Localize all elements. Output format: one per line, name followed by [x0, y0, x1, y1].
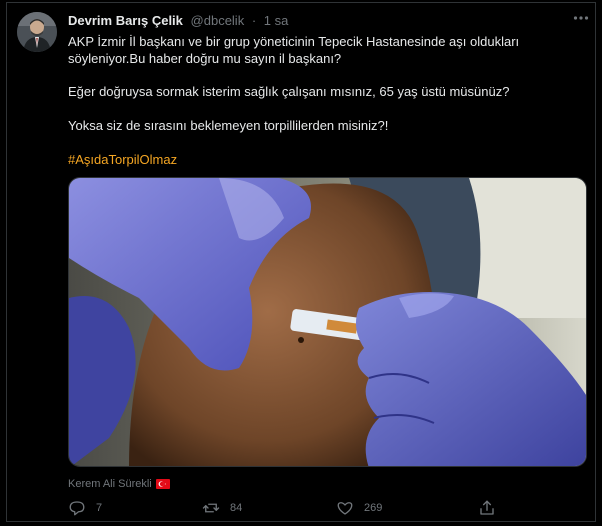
author-handle[interactable]: @dbcelik — [191, 13, 245, 28]
tweet-time[interactable]: 1 sa — [264, 13, 289, 28]
author-name[interactable]: Devrim Barış Çelik — [68, 13, 183, 28]
reply-button[interactable]: 7 — [68, 498, 102, 518]
like-count: 269 — [364, 502, 383, 514]
share-icon — [480, 500, 494, 515]
turkey-flag-icon — [155, 479, 170, 493]
tweet-text-line-3: Eğer doğruysa sormak isterim sağlık çalı… — [68, 84, 510, 99]
tweet-header: Devrim Barış Çelik @dbcelik · 1 sa — [68, 12, 288, 29]
tweet-text-line-1: AKP İzmir İl başkanı ve bir grup yönetic… — [68, 34, 520, 49]
retweet-icon — [202, 503, 220, 513]
header-separator: · — [251, 13, 257, 28]
like-icon — [337, 502, 353, 515]
tweet-text-line-4: Yoksa siz de sırasını beklemeyen torpill… — [68, 118, 389, 133]
tweet-text-line-2: söyleniyor.Bu haber doğru mu sayın il ba… — [68, 51, 342, 66]
reply-count: 7 — [96, 502, 103, 514]
hashtag-link[interactable]: #AşıdaTorpilOlmaz — [68, 151, 177, 168]
avatar-photo — [17, 12, 57, 52]
retweet-button[interactable]: 84 — [202, 498, 242, 518]
more-icon[interactable] — [571, 10, 591, 26]
like-button[interactable]: 269 — [336, 498, 382, 518]
retweet-count: 84 — [230, 502, 243, 514]
share-button[interactable] — [478, 498, 496, 518]
reply-icon — [69, 501, 85, 516]
avatar[interactable] — [17, 12, 57, 52]
media-credit[interactable]: Kerem Ali Sürekli — [68, 477, 170, 493]
media-credit-name: Kerem Ali Sürekli — [68, 478, 152, 490]
vaccination-photo — [69, 178, 586, 466]
tweet-media-image[interactable] — [68, 177, 587, 467]
